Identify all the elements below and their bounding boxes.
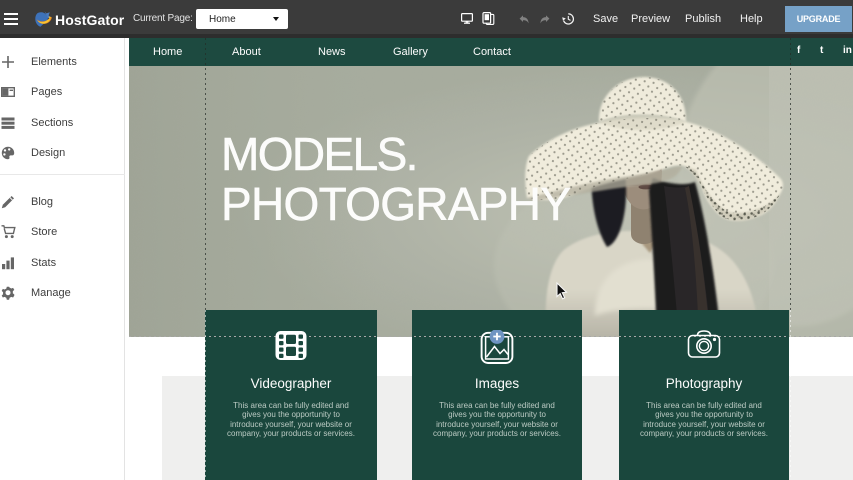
svg-text:PHOTOGRAPHY: PHOTOGRAPHY [221, 178, 570, 230]
svg-text:MODELS.: MODELS. [221, 128, 417, 180]
